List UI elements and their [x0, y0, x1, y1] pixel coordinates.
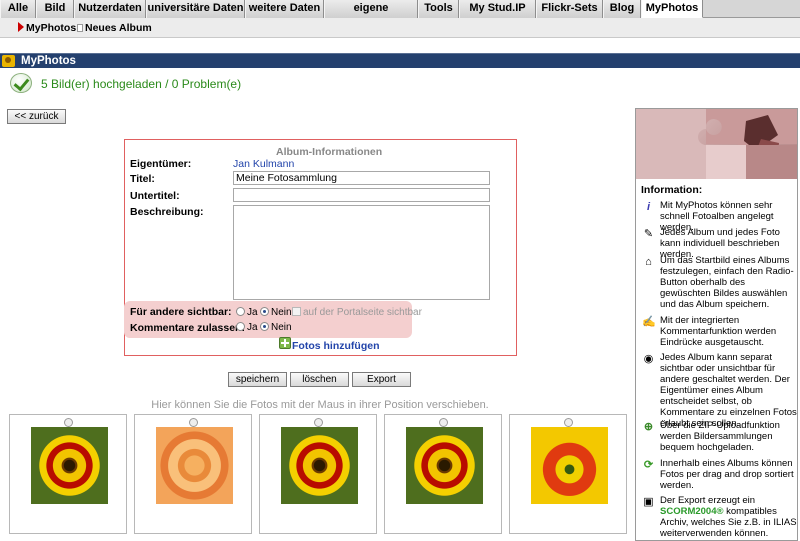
puzzle-banner-image — [636, 109, 797, 179]
tab-alle[interactable]: Alle — [0, 0, 36, 18]
photo-card[interactable] — [509, 414, 627, 534]
info-item: ◉ Jedes Album kann separat sichtbar oder… — [640, 352, 797, 429]
tab-flickr-sets[interactable]: Flickr-Sets — [536, 0, 603, 18]
checkmark-icon — [10, 73, 32, 93]
owner-label: Eigentümer: — [130, 158, 192, 170]
info-text: Der Export erzeugt ein SCORM2004® kompat… — [660, 495, 797, 539]
info-text: Mit der integrierten Kommentarfunktion w… — [660, 315, 777, 348]
delete-button[interactable]: löschen — [290, 372, 349, 387]
info-text: Über die ZIP-Uploadfunktion werden Bilde… — [660, 420, 780, 453]
comments-no-label: Nein — [271, 322, 292, 333]
myphotos-logo-icon — [2, 55, 15, 67]
info-item: ⟳ Innerhalb eines Albums können Fotos pe… — [640, 458, 795, 492]
title-label: Titel: — [130, 173, 155, 185]
sort-icon: ⟳ — [643, 459, 654, 471]
puzzle-pieces-graphic — [636, 109, 797, 179]
cover-photo-radio[interactable] — [314, 418, 323, 427]
photo-card[interactable] — [134, 414, 252, 534]
comments-yes-radio[interactable] — [236, 322, 245, 331]
drag-hint-text: Hier können Sie die Fotos mit der Maus i… — [151, 399, 489, 411]
subnav-myphotos-label: MyPhotos — [26, 22, 77, 34]
cover-photo-radio[interactable] — [64, 418, 73, 427]
description-label: Beschreibung: — [130, 206, 204, 218]
info-item: ⌂ Um das Startbild eines Albums festzule… — [640, 255, 795, 311]
tab-my-studip[interactable]: My Stud.IP — [459, 0, 536, 18]
tab-universitaere-daten[interactable]: universitäre Daten — [146, 0, 245, 18]
visible-yes-radio[interactable] — [236, 307, 245, 316]
cover-photo-radio[interactable] — [439, 418, 448, 427]
eye-icon: ◉ — [643, 353, 654, 365]
info-text: Um das Startbild eines Albums festzulege… — [660, 255, 794, 310]
portal-visible-label: auf der Portalseite sichtbar — [303, 307, 422, 318]
visible-yes-label: Ja — [247, 307, 258, 318]
add-photos-link[interactable]: Fotos hinzufügen — [292, 340, 379, 352]
tab-myphotos[interactable]: MyPhotos — [641, 0, 703, 18]
photo-thumbnail[interactable] — [156, 427, 233, 504]
visible-no-label: Nein — [271, 307, 292, 318]
home-icon: ⌂ — [645, 256, 652, 268]
comments-label: Kommentare zulassen: — [130, 322, 245, 334]
portal-visible-checkbox[interactable] — [292, 307, 301, 316]
cover-photo-radio[interactable] — [189, 418, 198, 427]
add-photo-icon[interactable] — [279, 337, 291, 349]
tab-nutzerdaten[interactable]: Nutzerdaten — [74, 0, 146, 18]
info-icon: i — [646, 201, 651, 213]
visible-label: Für andere sichtbar: — [130, 306, 232, 318]
scorm-highlight: SCORM2004® — [660, 506, 724, 517]
photo-card[interactable] — [384, 414, 502, 534]
comments-yes-label: Ja — [247, 322, 258, 333]
active-arrow-icon — [18, 22, 24, 32]
sub-nav-bar: MyPhotos Neues Album — [0, 18, 800, 38]
subnav-new-album[interactable]: Neues Album — [77, 21, 152, 35]
tab-tools[interactable]: Tools — [418, 0, 459, 18]
comment-icon: ✍ — [642, 316, 656, 328]
save-button[interactable]: speichern — [228, 372, 287, 387]
info-item: ⊕ Über die ZIP-Uploadfunktion werden Bil… — [640, 420, 795, 454]
tab-blog[interactable]: Blog — [603, 0, 641, 18]
photo-thumbnail[interactable] — [531, 427, 608, 504]
photo-thumbnail[interactable] — [406, 427, 483, 504]
tab-bild[interactable]: Bild — [36, 0, 74, 18]
photo-thumbnail[interactable] — [31, 427, 108, 504]
tab-eigene-kategorien[interactable]: eigene Kategorien — [324, 0, 418, 31]
info-title: Information: — [641, 184, 703, 196]
subnav-myphotos[interactable]: MyPhotos — [18, 21, 76, 35]
info-item: ▣ Der Export erzeugt ein SCORM2004® komp… — [640, 495, 797, 539]
page-header: MyPhotos — [0, 53, 800, 68]
upload-icon: ⊕ — [643, 421, 654, 433]
photo-card[interactable] — [9, 414, 127, 534]
info-item: ✎ Jedes Album und jedes Foto kann indivi… — [640, 227, 795, 260]
main-tab-bar: Alle Bild Nutzerdaten universitäre Daten… — [0, 0, 800, 31]
photo-card[interactable] — [259, 414, 377, 534]
back-button[interactable]: << zurück — [7, 109, 66, 124]
comments-no-radio[interactable] — [260, 322, 269, 331]
page-icon — [77, 24, 83, 32]
subnav-new-album-label: Neues Album — [85, 22, 152, 34]
upload-success-message: 5 Bild(er) hochgeladen / 0 Problem(e) — [41, 77, 242, 91]
owner-link[interactable]: Jan Kulmann — [233, 158, 294, 170]
export-button[interactable]: Export — [352, 372, 411, 387]
page-title: MyPhotos — [21, 55, 76, 67]
photo-thumbnail[interactable] — [281, 427, 358, 504]
subtitle-label: Untertitel: — [130, 190, 180, 202]
info-item: i Mit MyPhotos können sehr schnell Fotoa… — [640, 200, 795, 233]
export-icon: ▣ — [643, 496, 654, 508]
tab-weitere-daten[interactable]: weitere Daten — [245, 0, 324, 18]
info-sidebar: Information: i Mit MyPhotos können sehr … — [635, 108, 798, 541]
title-input[interactable]: Meine Fotosammlung — [233, 171, 490, 185]
edit-icon: ✎ — [643, 228, 654, 240]
export-text-prefix: Der Export erzeugt ein — [660, 495, 756, 506]
subtitle-input[interactable] — [233, 188, 490, 202]
info-text: Innerhalb eines Albums können Fotos per … — [660, 458, 794, 491]
cover-photo-radio[interactable] — [564, 418, 573, 427]
info-text: Jedes Album kann separat sichtbar oder u… — [660, 352, 797, 429]
info-item: ✍ Mit der integrierten Kommentarfunktion… — [640, 315, 795, 349]
album-info-heading: Album-Informationen — [276, 146, 383, 158]
visible-no-radio[interactable] — [260, 307, 269, 316]
description-textarea[interactable] — [233, 205, 490, 300]
